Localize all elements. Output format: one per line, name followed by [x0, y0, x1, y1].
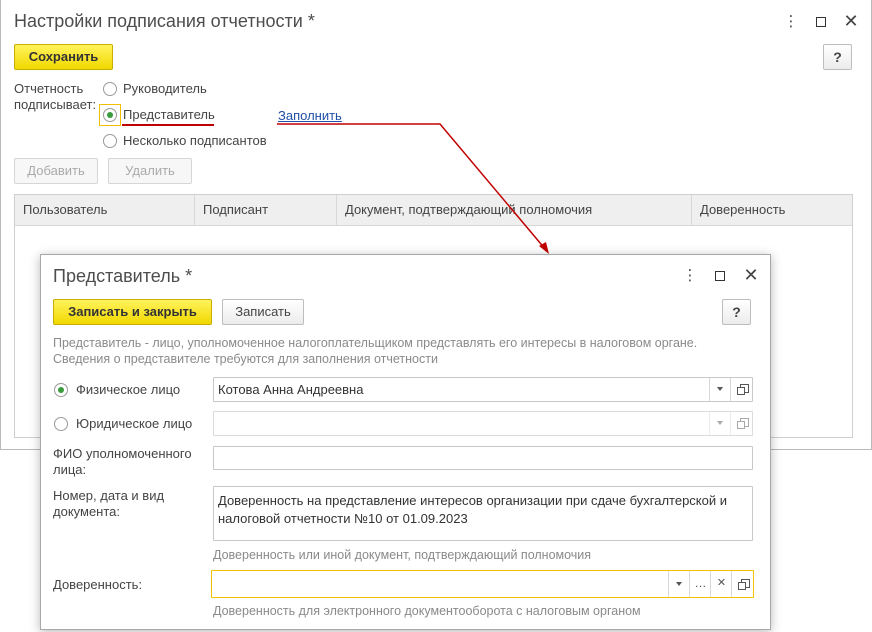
clear-icon: ✕	[716, 577, 727, 589]
maximize-icon[interactable]	[813, 14, 829, 27]
chevron-down-icon	[717, 421, 723, 425]
power-open-button[interactable]	[731, 571, 753, 597]
ellipsis-icon: …	[694, 576, 707, 590]
chevron-down-icon	[717, 387, 723, 391]
doc-textarea[interactable]: Доверенность на представление интересов …	[213, 486, 753, 541]
write-button[interactable]: Записать	[222, 299, 304, 325]
doc-value-line2: налоговой отчетности №10 от 01.09.2023	[218, 511, 468, 526]
power-label: Доверенность:	[53, 577, 143, 592]
legal-open-button[interactable]	[730, 412, 752, 435]
chevron-down-icon	[676, 582, 682, 586]
table-header: Пользователь Подписант Документ, подтвер…	[15, 195, 852, 226]
doc-hint: Доверенность или иной документ, подтверж…	[213, 548, 592, 562]
power-select-button[interactable]: …	[689, 571, 711, 597]
power-hint: Доверенность для электронного документоо…	[213, 604, 641, 618]
radio-multiple-label[interactable]: Несколько подписантов	[123, 133, 267, 149]
power-dropdown-button[interactable]	[668, 571, 690, 597]
fio-field[interactable]	[213, 446, 753, 470]
radio-individual-label[interactable]: Физическое лицо	[76, 382, 180, 398]
individual-open-button[interactable]	[730, 378, 752, 401]
fio-label-line2: лица:	[53, 462, 87, 477]
dialog-title: Представитель *	[53, 266, 193, 286]
info-text-line2: Сведения о представителе требуются для з…	[53, 352, 438, 366]
red-underline-annotation	[122, 124, 214, 126]
dialog-help-button[interactable]: ?	[722, 299, 751, 325]
open-icon	[737, 384, 749, 395]
representative-dialog: Представитель * ⋮ ✕ Записать и закрыть З…	[40, 254, 771, 630]
save-button[interactable]: Сохранить	[14, 44, 113, 70]
help-button[interactable]: ?	[823, 44, 852, 70]
window-title: Настройки подписания отчетности *	[14, 11, 315, 31]
radio-legal[interactable]	[54, 417, 68, 431]
fio-label-line1: ФИО уполномоченного	[53, 446, 192, 461]
column-document[interactable]: Документ, подтверждающий полномочия	[337, 195, 692, 225]
column-user[interactable]: Пользователь	[15, 195, 195, 225]
info-text-line1: Представитель - лицо, уполномоченное нал…	[53, 336, 698, 350]
radio-representative-label[interactable]: Представитель	[123, 107, 215, 123]
dialog-maximize-icon[interactable]	[712, 268, 728, 281]
individual-dropdown-button[interactable]	[709, 378, 731, 401]
legal-field[interactable]	[213, 411, 753, 436]
write-and-close-button[interactable]: Записать и закрыть	[53, 299, 212, 325]
radio-director-label[interactable]: Руководитель	[123, 81, 207, 97]
radio-multiple[interactable]	[103, 134, 117, 148]
close-icon[interactable]: ✕	[843, 12, 859, 30]
open-icon	[738, 579, 750, 590]
radio-representative[interactable]	[103, 108, 117, 122]
signer-label-line1: Отчетность	[14, 81, 84, 96]
column-signer[interactable]: Подписант	[195, 195, 337, 225]
radio-director[interactable]	[103, 82, 117, 96]
signer-label-line2: подписывает:	[14, 97, 97, 112]
radio-individual[interactable]	[54, 383, 68, 397]
individual-field[interactable]: Котова Анна Андреевна	[213, 377, 753, 402]
doc-value-line1: Доверенность на представление интересов …	[218, 493, 727, 508]
legal-dropdown-button[interactable]	[709, 412, 731, 435]
radio-legal-label[interactable]: Юридическое лицо	[76, 416, 192, 432]
fill-link[interactable]: Заполнить	[278, 108, 342, 123]
delete-button[interactable]: Удалить	[108, 158, 192, 184]
more-menu-icon[interactable]: ⋮	[783, 14, 799, 30]
doc-label-line2: документа:	[53, 504, 120, 519]
power-clear-button[interactable]: ✕	[710, 571, 732, 597]
power-field[interactable]: … ✕	[211, 570, 754, 598]
dialog-more-menu-icon[interactable]: ⋮	[682, 268, 698, 284]
individual-value: Котова Анна Андреевна	[218, 382, 364, 397]
column-power-of-attorney[interactable]: Доверенность	[692, 195, 852, 225]
doc-label-line1: Номер, дата и вид	[53, 488, 165, 503]
add-button[interactable]: Добавить	[14, 158, 98, 184]
dialog-close-icon[interactable]: ✕	[743, 266, 759, 284]
open-icon	[737, 418, 749, 429]
